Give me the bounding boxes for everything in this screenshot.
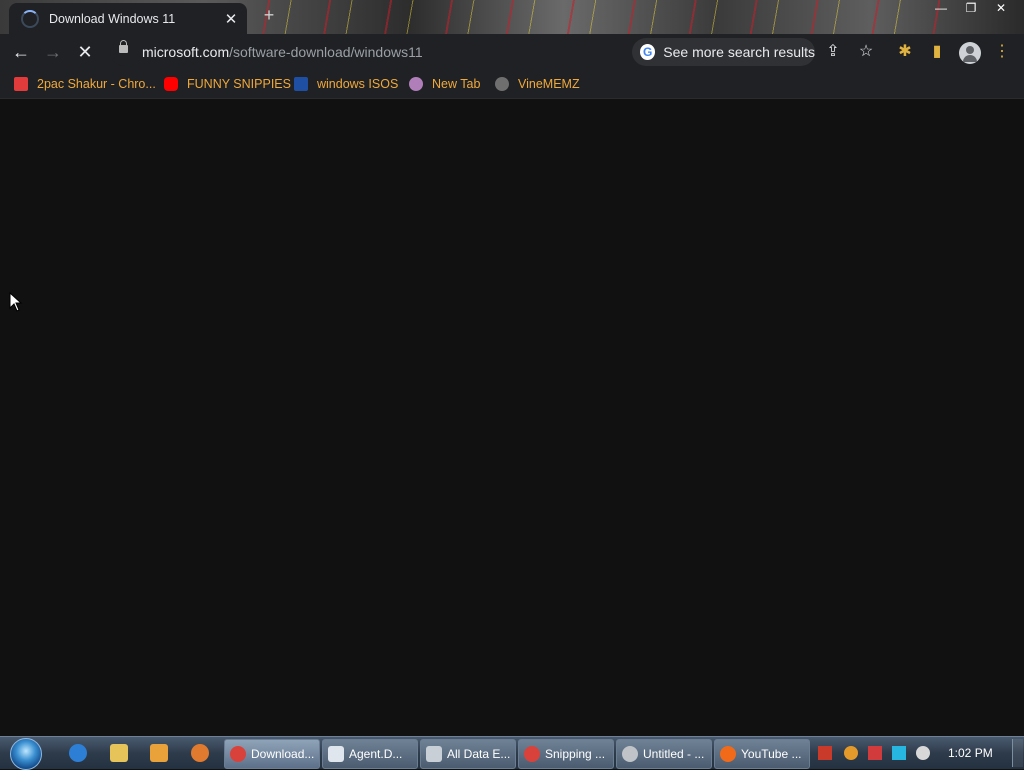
window-icon — [328, 746, 344, 762]
mouse-cursor-icon — [9, 292, 23, 312]
internet-explorer-icon[interactable] — [69, 744, 87, 762]
chrome-newtab-icon — [409, 77, 423, 91]
bookmark-2pac[interactable]: 2pac Shakur - Chro... — [14, 76, 156, 92]
system-clock[interactable]: 1:02 PM — [948, 746, 993, 760]
snipping-tool-icon — [524, 746, 540, 762]
profile-avatar[interactable] — [959, 42, 981, 64]
stop-loading-button[interactable]: ✕ — [72, 39, 98, 65]
folder-window-icon — [426, 746, 442, 762]
bookmark-label: windows ISOS — [317, 77, 399, 91]
windows-logo-icon — [10, 738, 42, 770]
chrome-icon — [230, 746, 246, 762]
taskbar-button-agent[interactable]: Agent.D... — [322, 739, 418, 769]
tab-title: Download Windows 11 — [49, 11, 176, 26]
browser-toolbar: ← → ✕ microsoft.com/software-download/wi… — [0, 34, 1024, 70]
taskbar-button-all-data[interactable]: All Data E... — [420, 739, 516, 769]
loading-spinner-icon — [21, 9, 39, 28]
tray-network-icon[interactable] — [892, 746, 906, 760]
tray-app-icon[interactable] — [818, 746, 832, 760]
2pac-icon — [14, 77, 28, 91]
back-button[interactable]: ← — [8, 39, 34, 65]
taskbar-button-label: Agent.D... — [349, 747, 403, 761]
taskbar-button-youtube[interactable]: YouTube ... — [714, 739, 810, 769]
weather-channel-icon — [294, 77, 308, 91]
taskbar-button-download[interactable]: Download... — [224, 739, 320, 769]
forward-button[interactable]: → — [40, 39, 66, 65]
maximize-button[interactable]: ❐ — [956, 0, 986, 18]
paint-icon — [622, 746, 638, 762]
bookmark-label: FUNNY SNIPPIES — [187, 77, 291, 91]
taskbar-button-untitled-paint[interactable]: Untitled - ... — [616, 739, 712, 769]
globe-icon — [495, 77, 509, 91]
bookmark-label: VineMEMZ — [518, 77, 580, 91]
taskbar-button-label: Snipping ... — [545, 747, 606, 761]
page-content[interactable] — [0, 99, 1024, 736]
taskbar-button-label: Untitled - ... — [643, 747, 705, 761]
bookmark-funny-snippies[interactable]: FUNNY SNIPPIES — [164, 76, 291, 92]
firefox-icon — [720, 746, 736, 762]
bookmark-vinememz[interactable]: VineMEMZ — [495, 76, 580, 92]
app-quicklaunch-icon[interactable] — [191, 744, 209, 762]
file-explorer-icon[interactable] — [110, 744, 128, 762]
share-icon[interactable]: ⇪ — [823, 42, 843, 62]
bookmarks-bar: 2pac Shakur - Chro... FUNNY SNIPPIES win… — [0, 70, 1024, 99]
minimize-button[interactable]: — — [926, 0, 956, 18]
menu-icon[interactable]: ⋮ — [992, 42, 1012, 62]
bookmark-label: New Tab — [432, 77, 481, 91]
window-background-art — [250, 0, 940, 34]
close-window-button[interactable]: ✕ — [986, 0, 1016, 18]
bookmark-windows-isos[interactable]: windows ISOS — [294, 76, 398, 92]
see-more-search-results-chip[interactable]: G See more search results — [632, 38, 815, 66]
tray-search-icon[interactable] — [844, 746, 858, 760]
bookmark-new-tab[interactable]: New Tab — [409, 76, 480, 92]
url-host: microsoft.com — [142, 44, 230, 60]
google-icon: G — [640, 44, 656, 60]
taskbar-button-label: Download... — [251, 747, 315, 761]
youtube-icon — [164, 77, 178, 91]
bookmark-star-icon[interactable]: ☆ — [856, 42, 876, 62]
tab-strip: Download Windows 11 ✕ + — ❐ ✕ — [0, 0, 1024, 34]
lock-icon[interactable] — [119, 40, 128, 53]
tray-volume-icon[interactable] — [916, 746, 930, 760]
start-button[interactable] — [8, 737, 44, 770]
url-path: /software-download/windows11 — [229, 44, 423, 60]
new-tab-button[interactable]: + — [259, 5, 279, 26]
tab-download-windows-11[interactable]: Download Windows 11 ✕ — [9, 3, 247, 34]
window-controls: — ❐ ✕ — [926, 0, 1016, 18]
windows-taskbar: Download... Agent.D... All Data E... Sni… — [0, 736, 1024, 770]
tab-close-icon[interactable]: ✕ — [221, 10, 241, 28]
taskbar-button-label: All Data E... — [447, 747, 511, 761]
search-chip-label: See more search results — [663, 44, 815, 60]
bookmark-label: 2pac Shakur - Chro... — [37, 77, 156, 91]
side-panel-icon[interactable]: ▮ — [927, 42, 947, 62]
taskbar-button-label: YouTube ... — [741, 747, 802, 761]
url-text[interactable]: microsoft.com/software-download/windows1… — [142, 44, 423, 60]
media-player-icon[interactable] — [150, 744, 168, 762]
tray-flag-icon[interactable] — [868, 746, 882, 760]
extensions-icon[interactable]: ✱ — [895, 42, 915, 62]
show-desktop-button[interactable] — [1012, 739, 1023, 767]
taskbar-button-snipping[interactable]: Snipping ... — [518, 739, 614, 769]
